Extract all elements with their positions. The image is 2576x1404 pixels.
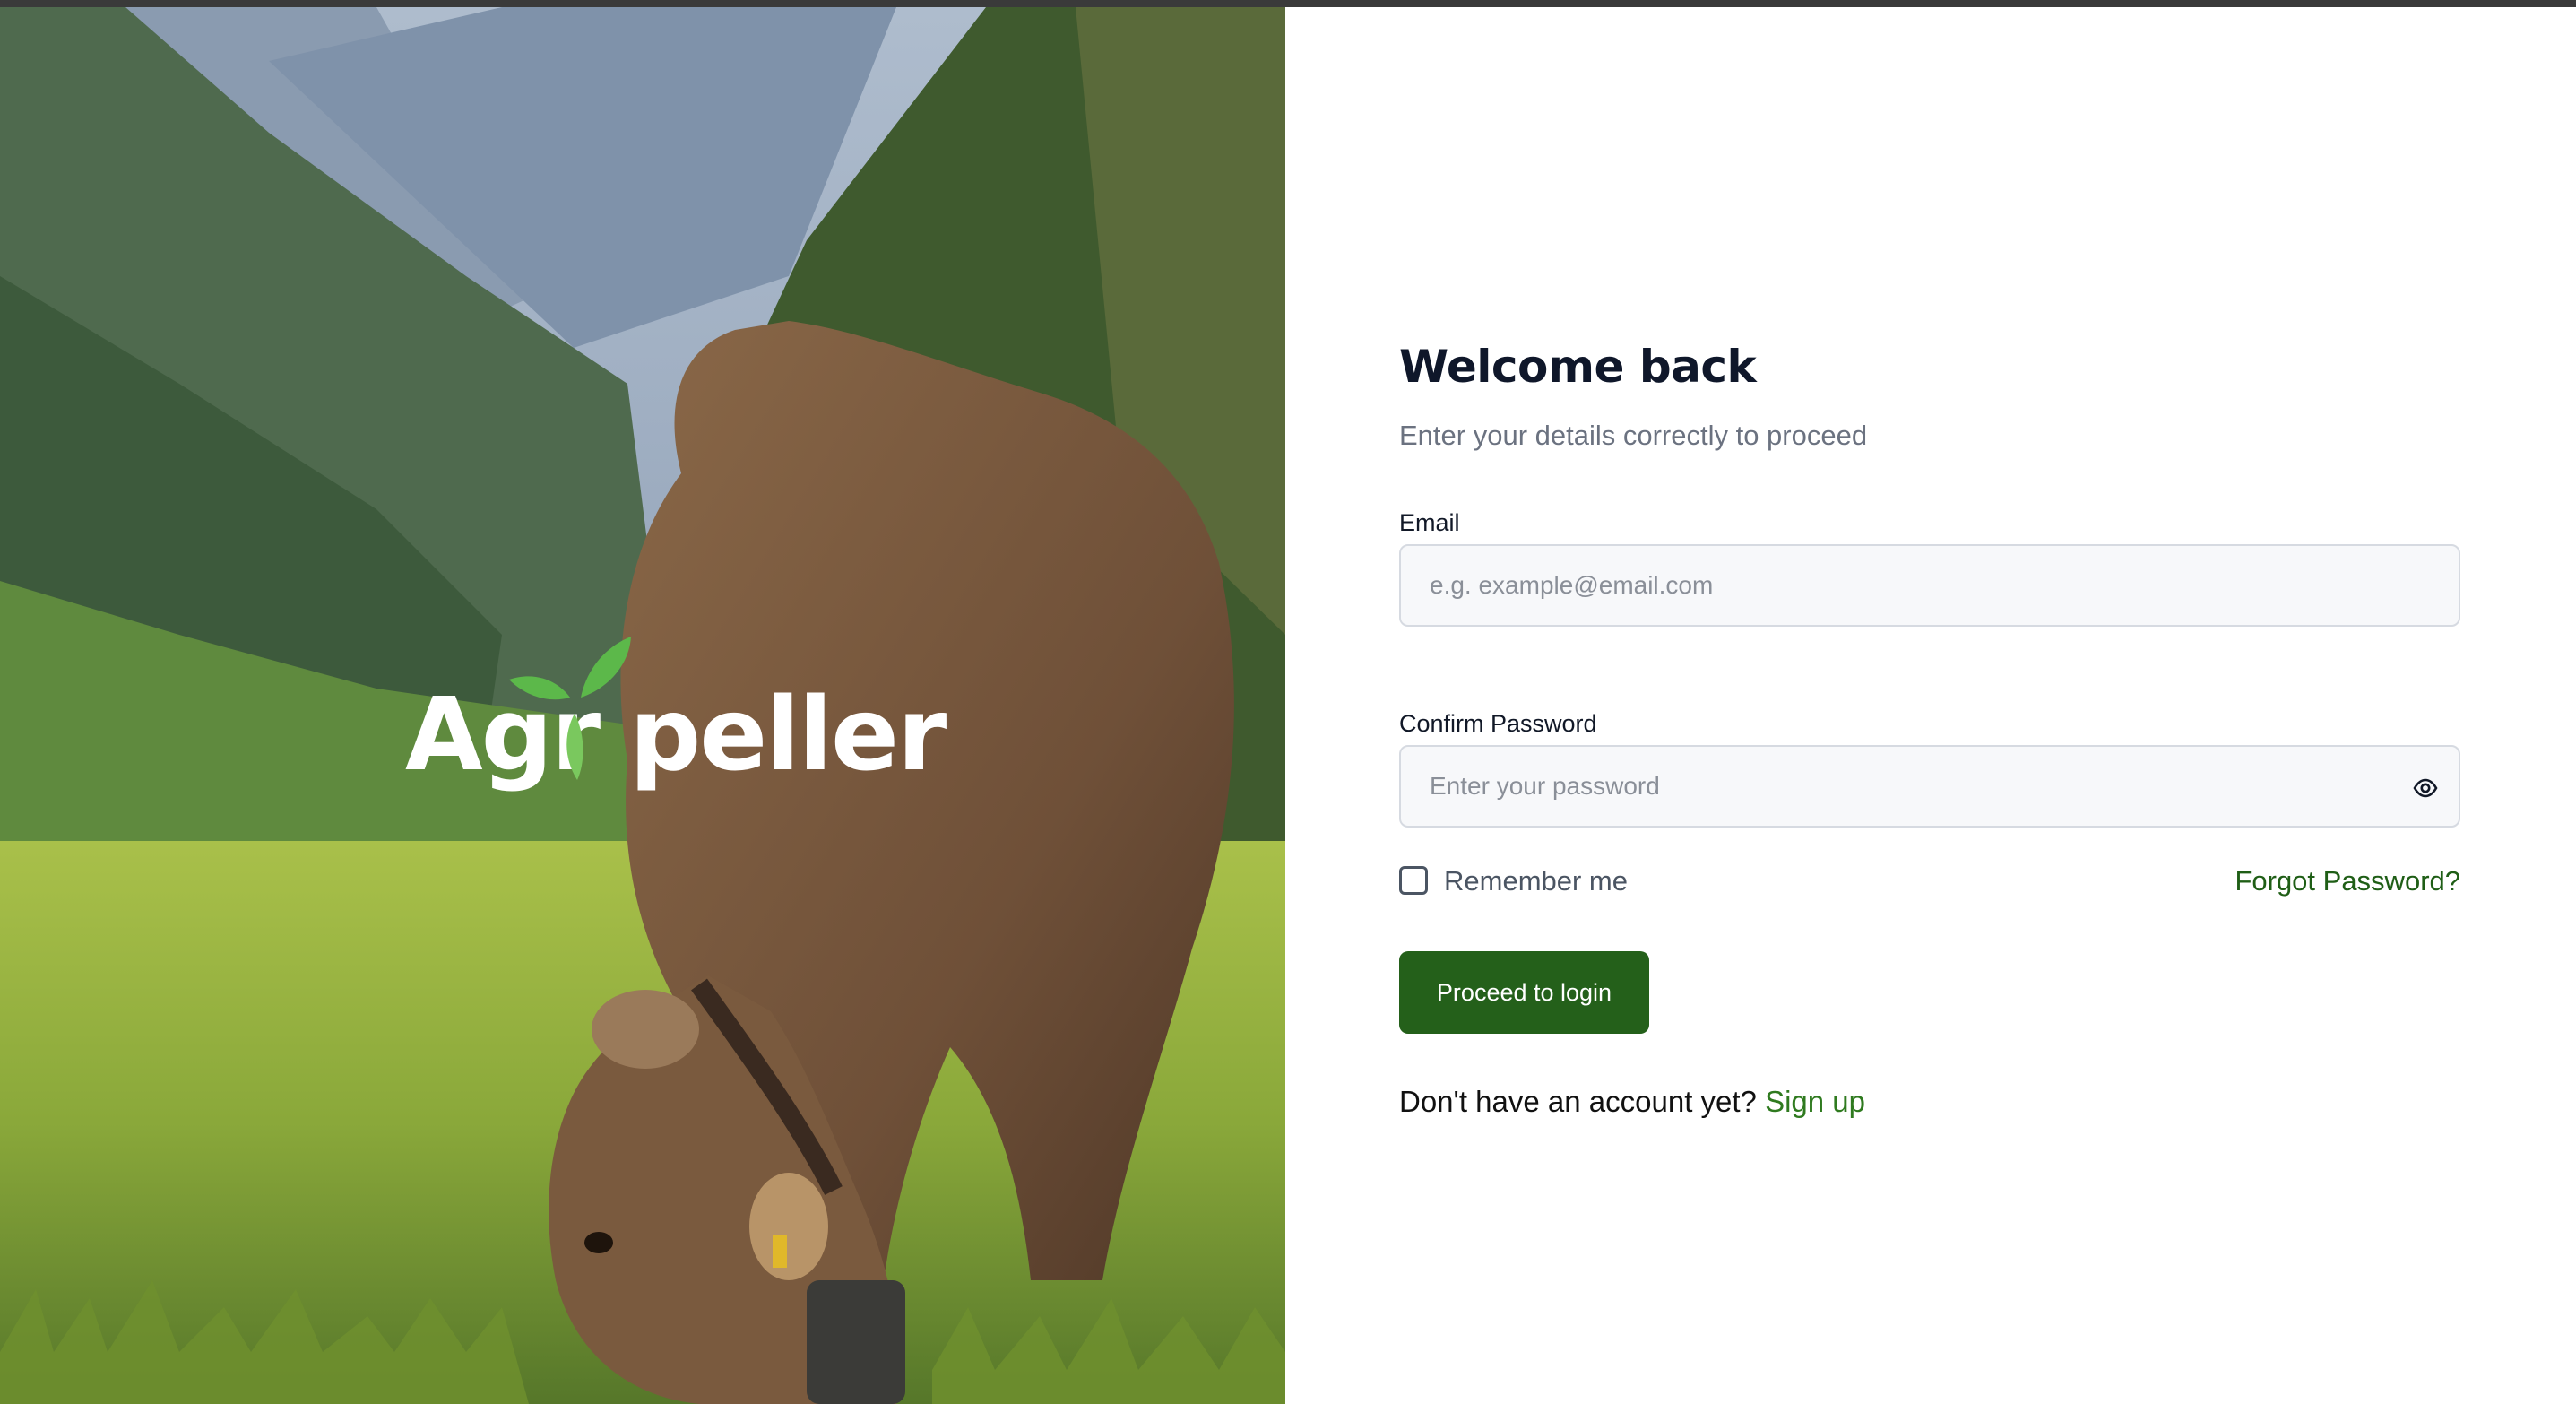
page-subtitle: Enter your details correctly to proceed — [1399, 420, 1868, 451]
email-input[interactable] — [1401, 546, 2459, 625]
sign-up-link[interactable]: Sign up — [1765, 1085, 1865, 1118]
page-title: Welcome back — [1399, 341, 1757, 393]
window-top-strip — [0, 0, 2576, 7]
remember-me-label: Remember me — [1444, 865, 1628, 897]
proceed-to-login-button[interactable]: Proceed to login — [1399, 951, 1649, 1034]
signup-prompt: Don't have an account yet? — [1399, 1085, 1757, 1118]
email-label: Email — [1399, 509, 1460, 536]
hero-image-panel: Agr peller — [0, 7, 1285, 1404]
password-field[interactable] — [1399, 745, 2460, 828]
agripeller-logo: Agr peller — [405, 626, 947, 805]
remember-me-checkbox[interactable] — [1399, 866, 1428, 895]
email-field[interactable] — [1399, 544, 2460, 627]
sprout-logo-icon — [509, 637, 631, 780]
forgot-password-link[interactable]: Forgot Password? — [2235, 865, 2460, 897]
login-panel: Welcome back Enter your details correctl… — [1285, 7, 2576, 1404]
remember-me-control[interactable]: Remember me — [1399, 862, 1686, 898]
eye-icon[interactable] — [2412, 775, 2439, 802]
signup-row: Don't have an account yet? Sign up — [1399, 1085, 1865, 1119]
password-label: Confirm Password — [1399, 710, 1597, 737]
password-input[interactable] — [1401, 747, 2459, 826]
